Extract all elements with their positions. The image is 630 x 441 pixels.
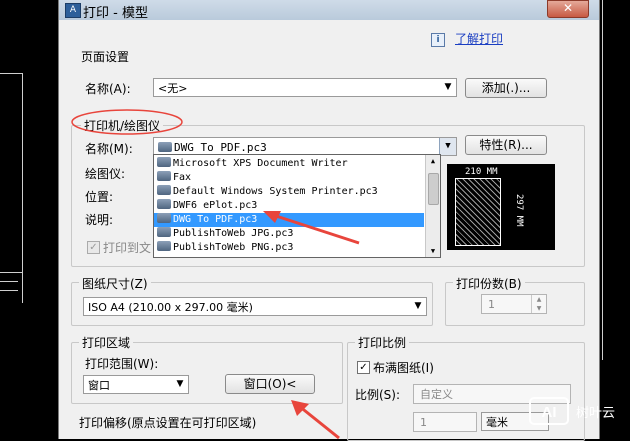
dropdown-item[interactable]: Default Windows System Printer.pc3	[154, 185, 424, 199]
fit-to-paper-checkbox[interactable]: ✓	[357, 361, 370, 374]
plotter-label: 绘图仪:	[85, 167, 126, 181]
watermark-text: 树叶云	[576, 406, 616, 421]
stepper-arrows-icon[interactable]: ▲ ▼	[531, 295, 546, 313]
printer-icon	[157, 213, 171, 223]
plot-offset-heading: 打印偏移(原点设置在可打印区域)	[79, 416, 257, 430]
printer-icon	[157, 157, 171, 167]
close-button[interactable]: ✕	[547, 0, 589, 18]
plot-range-select[interactable]: 窗口 ▼	[83, 375, 189, 394]
printer-icon	[157, 199, 171, 209]
info-icon[interactable]: i	[431, 33, 445, 47]
copies-stepper[interactable]: 1 ▲ ▼	[481, 294, 547, 314]
red-arrow-annotation	[263, 211, 360, 245]
printer-icon	[157, 185, 171, 195]
chevron-down-icon: ▼	[176, 379, 184, 389]
scale-number-value: 1	[420, 416, 427, 429]
plot-area-heading: 打印区域	[79, 334, 134, 351]
printer-properties-button[interactable]: 特性(R)...	[465, 135, 547, 155]
watermark-logo: AI	[529, 397, 569, 425]
paper-size-value: ISO A4 (210.00 x 297.00 毫米)	[88, 301, 253, 314]
printer-icon	[157, 227, 171, 237]
unit-value: 毫米	[486, 416, 508, 429]
paper-size-select[interactable]: ISO A4 (210.00 x 297.00 毫米) ▼	[83, 297, 427, 316]
preview-height-label: 297 MM	[514, 194, 524, 227]
dropdown-item[interactable]: Microsoft XPS Document Writer	[154, 157, 424, 171]
page-setup-heading: 页面设置	[81, 50, 130, 64]
preview-width-label: 210 MM	[465, 167, 498, 177]
printer-icon	[157, 241, 171, 251]
scroll-up-icon[interactable]: ▲	[426, 155, 440, 167]
plot-scale-heading: 打印比例	[355, 334, 410, 351]
add-page-setup-button[interactable]: 添加(.)...	[465, 78, 547, 98]
scroll-thumb[interactable]	[428, 173, 439, 205]
print-dialog: A 打印 - 模型 ✕ i 了解打印 页面设置 名称(A): <无> ▼ 添加(…	[58, 0, 600, 441]
dropdown-item[interactable]: Fax	[154, 171, 424, 185]
plot-range-value: 窗口	[88, 379, 110, 392]
watermark-logo-text: AI	[542, 404, 557, 421]
copies-value: 1	[488, 298, 495, 311]
print-to-file-checkbox[interactable]: ✓	[87, 241, 100, 254]
autocad-app-icon: A	[65, 3, 81, 18]
printer-icon	[158, 142, 172, 152]
cad-canvas-left	[0, 0, 60, 439]
cad-canvas-right	[598, 0, 630, 439]
plot-range-label: 打印范围(W):	[85, 357, 159, 371]
page-setup-name-value: <无>	[158, 82, 188, 95]
paper-preview: 210 MM 297 MM	[447, 164, 555, 250]
page-setup-name-label: 名称(A):	[85, 82, 131, 96]
fit-to-paper-label: 布满图纸(I)	[373, 361, 434, 375]
printer-icon	[157, 171, 171, 181]
dropdown-scrollbar[interactable]: ▲ ▼	[425, 155, 440, 257]
chevron-down-icon[interactable]: ▼	[439, 138, 456, 155]
scroll-down-icon[interactable]: ▼	[426, 245, 440, 257]
red-arrow-annotation-2	[291, 400, 340, 439]
page-setup-name-select[interactable]: <无> ▼	[153, 78, 457, 97]
scale-label: 比例(S):	[355, 388, 401, 402]
print-to-file-label: 打印到文	[103, 241, 152, 255]
paper-preview-sheet	[455, 178, 501, 246]
scale-value: 自定义	[420, 388, 453, 401]
title-bar: A 打印 - 模型 ✕	[59, 0, 599, 21]
window-pick-button[interactable]: 窗口(O)<	[225, 374, 315, 394]
paper-size-heading: 图纸尺寸(Z)	[79, 275, 151, 292]
red-circle-annotation	[71, 109, 183, 135]
learn-printing-link[interactable]: 了解打印	[455, 30, 503, 47]
chevron-down-icon: ▼	[444, 82, 452, 92]
description-label: 说明:	[85, 213, 114, 227]
printer-name-value: DWG To PDF.pc3	[174, 141, 267, 154]
window-title: 打印 - 模型	[83, 6, 148, 21]
location-label: 位置:	[85, 190, 114, 204]
chevron-down-icon: ▼	[414, 301, 422, 311]
plot-area-groupbox	[71, 342, 343, 404]
printer-name-label: 名称(M):	[85, 142, 133, 156]
scale-number-input[interactable]: 1	[413, 412, 477, 432]
copies-heading: 打印份数(B)	[453, 275, 525, 292]
